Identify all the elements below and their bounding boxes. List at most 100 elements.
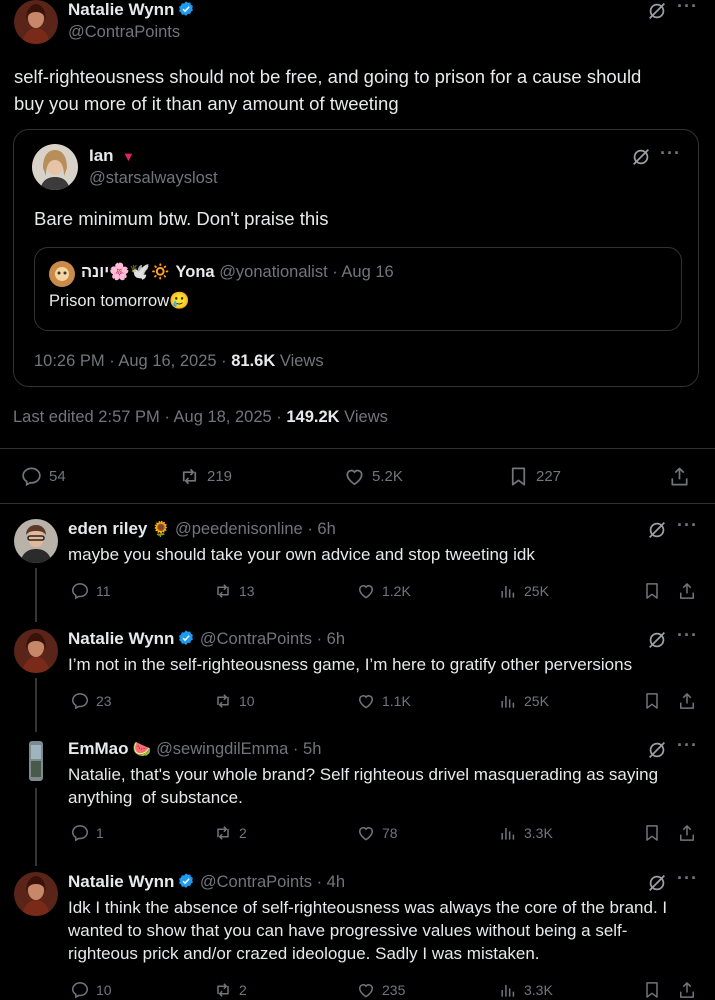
avatar[interactable] [14,872,58,916]
reply-button[interactable]: 23 [70,691,112,711]
quoted-tweet-text: Bare minimum btw. Don't praise this [34,208,329,229]
like-button[interactable]: 78 [356,823,398,843]
views-button[interactable]: 3.3K [498,823,553,843]
repost-icon [213,691,233,711]
reply-button[interactable]: 54 [20,465,66,488]
quoted-author-name[interactable]: Ian [89,146,114,165]
nested-quote-card[interactable]: יונה🌸🕊️🔅 Yona @yonationalist · Aug 16 Pr… [34,247,682,331]
like-button[interactable]: 235 [356,980,405,1000]
author-handle[interactable]: @ContraPoints [68,23,180,42]
bookmark-button[interactable]: 227 [507,465,561,488]
more-icon[interactable]: ··· [677,625,698,646]
like-button[interactable]: 5.2K [343,465,403,488]
reply-author-handle[interactable]: @ContraPoints · 4h [200,873,345,891]
avatar[interactable] [32,144,78,190]
share-button[interactable] [677,980,697,1000]
thread-line [35,568,37,622]
more-icon[interactable]: ··· [677,735,698,756]
grok-icon[interactable] [646,519,668,541]
bookmark-button[interactable] [642,691,662,711]
reply-author-name[interactable]: Natalie Wynn [68,872,174,891]
share-button[interactable] [677,823,697,843]
bookmark-icon [642,691,662,711]
views-button[interactable]: 3.3K [498,980,553,1000]
sunflower-icon: 🌻 [151,521,171,538]
nested-author-handle[interactable]: @yonationalist · Aug 16 [219,263,394,281]
like-button[interactable]: 1.2K [356,581,411,601]
repost-icon [213,823,233,843]
bookmark-button[interactable] [642,581,662,601]
reply-author-handle[interactable]: @ContraPoints · 6h [200,630,345,648]
quoted-tweet-meta: 10:26 PM · Aug 16, 2025 · 81.6K Views [34,352,324,370]
grok-icon[interactable] [646,872,668,894]
bookmark-button[interactable] [642,980,662,1000]
nested-quote-text: Prison tomorrow🥲 [49,292,190,310]
like-button[interactable]: 1.1K [356,691,411,711]
repost-button[interactable]: 13 [213,581,255,601]
heart-icon [356,980,376,1000]
reply-button[interactable]: 11 [70,581,111,601]
reply-author-name[interactable]: Natalie Wynn [68,629,174,648]
reply-icon [20,465,43,488]
nested-author-name[interactable]: Yona [175,263,214,281]
repost-icon [178,465,201,488]
avatar[interactable] [14,519,58,563]
tweet-text: self-righteousness should not be free, a… [14,66,642,114]
repost-icon [213,980,233,1000]
bookmark-icon [642,980,662,1000]
grok-icon[interactable] [646,0,668,22]
share-button[interactable] [677,581,697,601]
views-icon [498,980,518,1000]
share-button[interactable] [668,465,691,488]
quoted-tweet-card[interactable]: Ian ▼ @starsalwayslost ··· Bare minimum … [13,129,699,387]
quoted-author-handle[interactable]: @starsalwayslost [89,169,218,188]
views-icon [498,581,518,601]
repost-button[interactable]: 219 [178,465,232,488]
bookmark-icon [642,581,662,601]
nested-author-prefix: יונה🌸🕊️🔅 [81,263,171,281]
avatar[interactable] [49,261,75,287]
repost-button[interactable]: 10 [213,691,255,711]
reply-icon [70,823,90,843]
more-icon[interactable]: ··· [660,143,681,164]
views-icon [498,823,518,843]
share-button[interactable] [677,691,697,711]
author-name[interactable]: Natalie Wynn [68,0,174,19]
repost-button[interactable]: 2 [213,823,247,843]
reply-author-name[interactable]: EmMao [68,739,128,758]
edited-meta: Last edited 2:57 PM · Aug 18, 2025 · 149… [13,408,388,426]
grok-icon[interactable] [646,629,668,651]
reply-icon [70,980,90,1000]
more-icon[interactable]: ··· [677,0,698,17]
share-icon [677,823,697,843]
reply-author-name[interactable]: eden riley [68,519,147,538]
reply-text: maybe you should take your own advice an… [68,545,535,564]
reply-author-handle[interactable]: @peedenisonline · 6h [175,520,336,538]
reply-icon [70,691,90,711]
share-icon [677,581,697,601]
bookmark-icon [642,823,662,843]
reply-button[interactable]: 1 [70,823,104,843]
thread-line [35,678,37,732]
repost-button[interactable]: 2 [213,980,247,1000]
thread-line [35,788,37,866]
avatar[interactable] [14,629,58,673]
views-button[interactable]: 25K [498,691,549,711]
share-icon [668,465,691,488]
verified-icon [177,629,195,647]
reply-author-handle[interactable]: @sewingdilEmma · 5h [156,740,321,758]
avatar[interactable] [14,739,58,783]
bookmark-icon [507,465,530,488]
bookmark-button[interactable] [642,823,662,843]
grok-icon[interactable] [630,146,652,168]
grok-icon[interactable] [646,739,668,761]
more-icon[interactable]: ··· [677,515,698,536]
avatar[interactable] [14,0,58,44]
heart-icon [356,581,376,601]
more-icon[interactable]: ··· [677,868,698,889]
views-button[interactable]: 25K [498,581,549,601]
reply-button[interactable]: 10 [70,980,112,1000]
reply-icon [70,581,90,601]
heart-icon [356,691,376,711]
divider [0,503,715,504]
